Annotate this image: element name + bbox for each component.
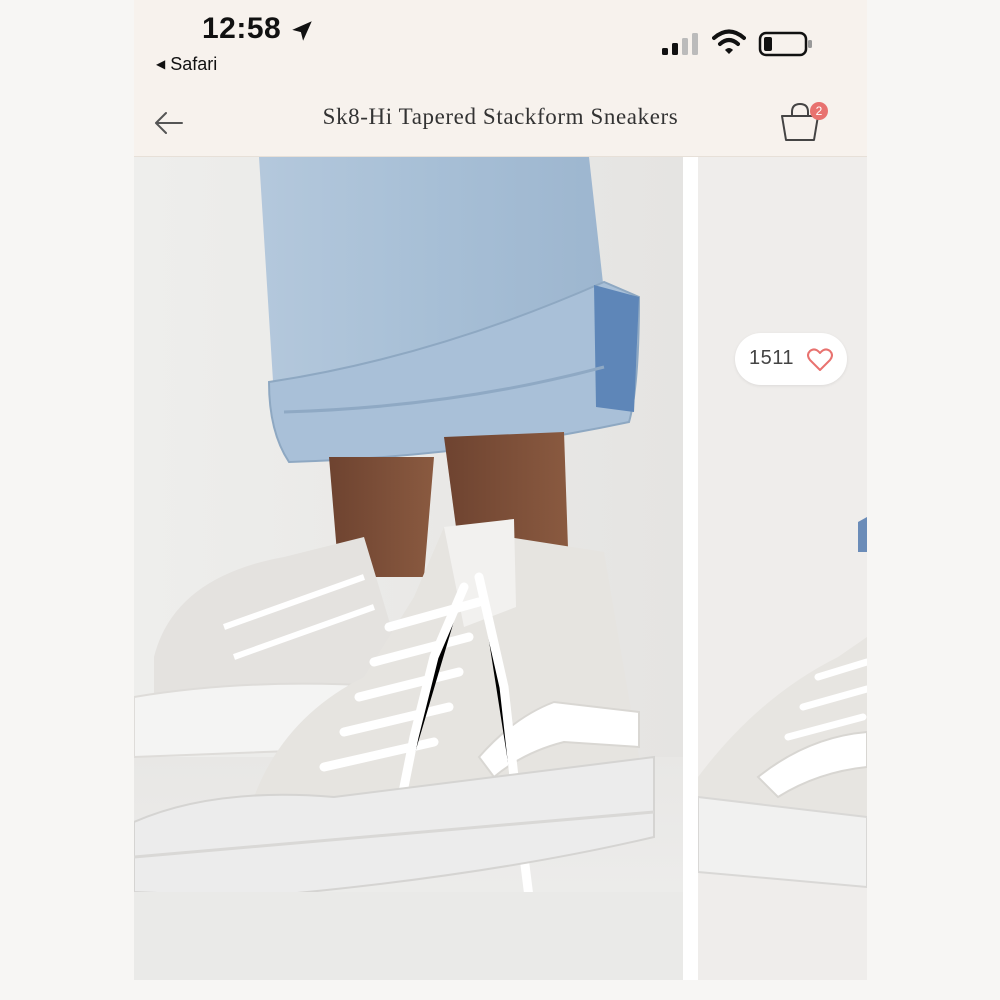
battery-icon xyxy=(758,31,812,57)
right-margin xyxy=(867,0,1000,1000)
page-title: Sk8-Hi Tapered Stackform Sneakers xyxy=(322,104,679,129)
product-image-main[interactable] xyxy=(134,157,683,980)
sneaker-photo-illustration xyxy=(134,157,683,980)
product-image-next[interactable] xyxy=(698,157,867,980)
location-arrow-icon xyxy=(292,21,312,41)
like-count: 1511 xyxy=(749,347,795,369)
bag-count-badge: 2 xyxy=(810,102,828,120)
shopping-bag-button[interactable]: 2 xyxy=(778,98,828,144)
nav-bar: Sk8-Hi Tapered Stackform Sneakers 2 xyxy=(134,84,867,157)
left-margin xyxy=(0,0,134,1000)
sneaker-photo-2-illustration xyxy=(698,157,867,980)
heart-outline-icon xyxy=(807,348,833,371)
back-arrow-icon[interactable] xyxy=(152,106,186,140)
back-to-app-link[interactable]: ◀ Safari xyxy=(156,54,217,75)
bottom-strip xyxy=(134,980,867,1000)
status-time: 12:58 xyxy=(202,12,282,45)
cellular-signal-icon xyxy=(662,33,698,55)
phone-screen: 12:58 ◀ Safari Sk8-Hi Tapered Stackform … xyxy=(134,0,867,1000)
wifi-icon xyxy=(712,29,746,54)
status-bar: 12:58 ◀ Safari xyxy=(134,0,867,84)
like-button[interactable]: 1511 xyxy=(735,333,847,385)
product-image-carousel[interactable]: 1511 xyxy=(134,157,867,980)
back-triangle-icon: ◀ xyxy=(156,57,166,71)
back-app-label: Safari xyxy=(170,54,218,74)
